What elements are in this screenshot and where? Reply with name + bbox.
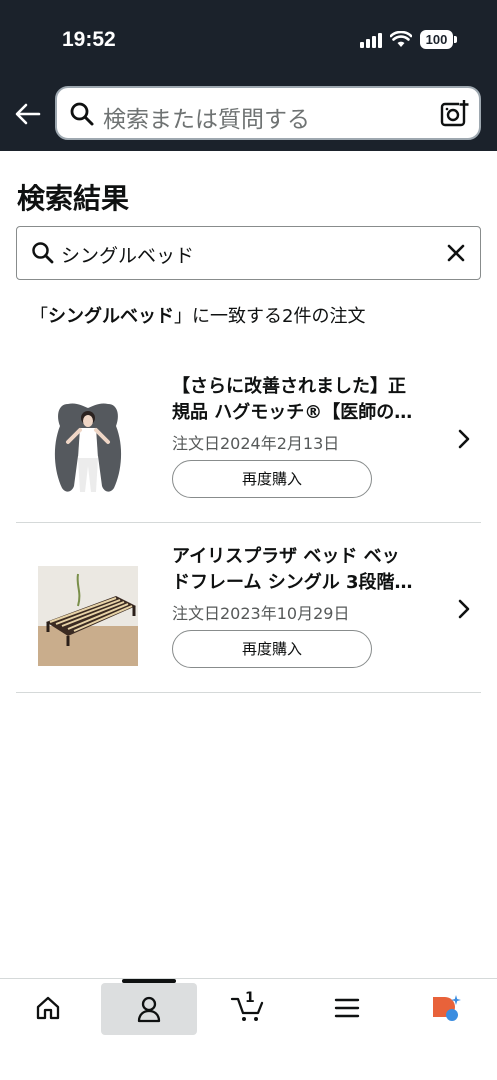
chevron-right-icon[interactable] — [457, 428, 471, 450]
rufus-ai-icon — [433, 995, 461, 1021]
buy-again-button[interactable]: 再度購入 — [172, 630, 372, 668]
order-search-field[interactable]: シングルベッド — [16, 226, 481, 280]
wifi-icon — [390, 31, 412, 47]
product-image[interactable] — [38, 396, 138, 496]
order-title[interactable]: アイリスプラザ ベッド ベッ ドフレーム シングル 3段階… — [172, 544, 442, 596]
order-search-value: シングルベッド — [61, 245, 195, 267]
result-summary: 「シングルベッド」に一致する2件の注文 — [30, 306, 366, 327]
status-time: 19:52 — [62, 28, 116, 51]
battery-icon: 100 — [420, 30, 457, 49]
account-icon — [137, 996, 161, 1023]
product-image[interactable] — [38, 566, 138, 666]
status-icons: 100 — [360, 30, 457, 49]
menu-icon — [334, 998, 360, 1018]
chevron-right-icon[interactable] — [457, 598, 471, 620]
nav-menu[interactable] — [299, 979, 395, 1037]
bottom-nav: 1 — [0, 978, 497, 1080]
buy-again-button[interactable]: 再度購入 — [172, 460, 372, 498]
search-input[interactable]: 検索または質問する — [55, 86, 481, 140]
cart-count: 1 — [245, 990, 255, 1006]
order-date: 注文日2023年10月29日 — [172, 604, 350, 623]
search-icon — [32, 242, 54, 264]
divider — [16, 692, 481, 693]
result-query: シングルベッド — [48, 306, 174, 327]
order-item[interactable]: 【さらに改善されました】正 規品 ハグモッチ®【医師の… 注文日2024年2月1… — [16, 374, 481, 504]
nav-home[interactable] — [0, 979, 96, 1037]
order-date: 注文日2024年2月13日 — [172, 434, 340, 453]
search-icon — [70, 102, 94, 126]
back-arrow-icon[interactable] — [14, 100, 42, 128]
nav-cart[interactable]: 1 — [200, 979, 296, 1037]
search-placeholder: 検索または質問する — [103, 107, 310, 133]
camera-search-icon[interactable] — [439, 99, 469, 129]
top-bar: 19:52 100 検索または質問する — [0, 0, 497, 151]
clear-icon[interactable] — [446, 243, 466, 263]
nav-rufus[interactable] — [398, 979, 494, 1037]
home-icon — [36, 996, 60, 1020]
nav-account[interactable] — [101, 983, 197, 1035]
order-title[interactable]: 【さらに改善されました】正 規品 ハグモッチ®【医師の… — [172, 374, 442, 426]
page-title: 検索結果 — [17, 182, 130, 215]
divider — [16, 522, 481, 523]
cellular-signal-icon — [360, 32, 382, 48]
order-item[interactable]: アイリスプラザ ベッド ベッ ドフレーム シングル 3段階… 注文日2023年1… — [16, 544, 481, 674]
